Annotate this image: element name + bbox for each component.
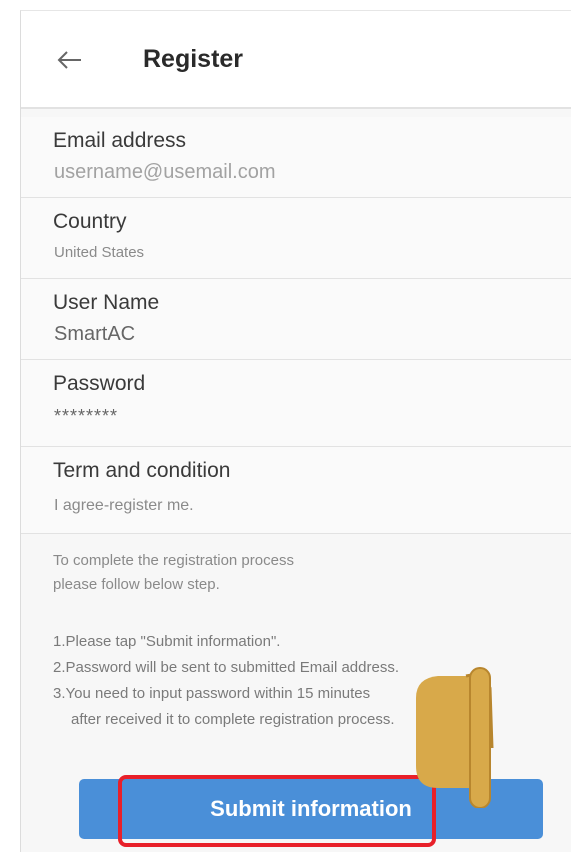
- terms-label: Term and condition: [53, 459, 231, 482]
- instructions-line: To complete the registration process: [53, 552, 294, 569]
- user-name-value[interactable]: SmartAC: [54, 323, 135, 346]
- password-value[interactable]: ********: [54, 406, 118, 427]
- pointing-hand-icon: [416, 667, 494, 808]
- step-item: 3.You need to input password within 15 m…: [53, 685, 371, 702]
- steps-list: 1.Please tap "Submit information". 2.Pas…: [53, 629, 399, 733]
- country-field[interactable]: Country United States: [21, 198, 571, 279]
- instructions-line: please follow below step.: [53, 576, 220, 593]
- back-arrow-icon[interactable]: [55, 45, 85, 75]
- page-title: Register: [143, 45, 244, 73]
- step-item: 2.Password will be sent to submitted Ema…: [53, 659, 399, 676]
- email-field[interactable]: Email address username@usemail.com: [21, 117, 571, 198]
- highlight-box: [118, 775, 436, 847]
- password-field[interactable]: Password ********: [21, 360, 571, 447]
- step-item: after received it to complete registrati…: [71, 711, 395, 728]
- step-item: 1.Please tap "Submit information".: [53, 633, 281, 650]
- instructions-text: To complete the registration process ple…: [53, 549, 294, 597]
- app-header: Register: [21, 11, 571, 109]
- terms-value[interactable]: I agree-register me.: [54, 497, 194, 515]
- country-label: Country: [53, 210, 127, 233]
- email-value[interactable]: username@usemail.com: [54, 161, 276, 184]
- email-label: Email address: [53, 129, 187, 152]
- country-value[interactable]: United States: [54, 244, 144, 261]
- terms-field[interactable]: Term and condition I agree-register me.: [21, 447, 571, 534]
- user-name-label: User Name: [53, 291, 160, 314]
- user-name-field[interactable]: User Name SmartAC: [21, 279, 571, 360]
- password-label: Password: [53, 372, 146, 395]
